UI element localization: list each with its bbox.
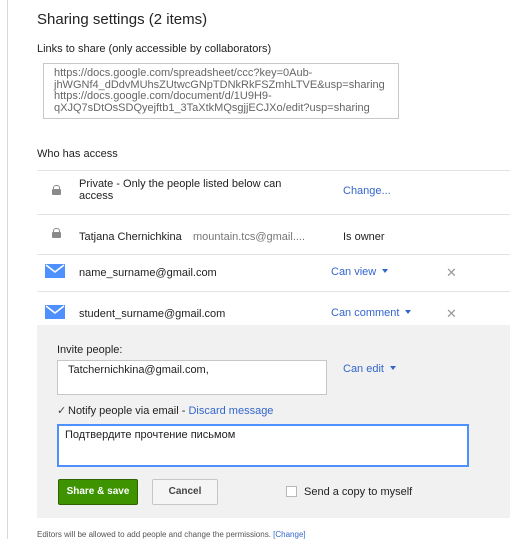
message-textarea[interactable]: Подтвердите прочтение письмом — [57, 424, 469, 467]
links-textarea[interactable]: https://docs.google.com/spreadsheet/ccc?… — [43, 63, 399, 119]
divider — [37, 291, 510, 292]
permission-dropdown[interactable]: Can view — [331, 266, 389, 278]
change-visibility-link[interactable]: Change... — [343, 185, 391, 197]
permission-label: Can comment — [331, 307, 400, 319]
share-save-button[interactable]: Share & save — [58, 479, 138, 505]
lock-icon — [52, 185, 61, 195]
send-copy-label: Send a copy to myself — [304, 486, 413, 498]
divider — [37, 170, 510, 171]
owner-role: Is owner — [343, 231, 385, 243]
close-icon[interactable]: ✕ — [446, 306, 457, 322]
owner-email: mountain.tcs@gmail.... — [193, 231, 306, 243]
notify-checkbox[interactable]: ✓ — [57, 404, 68, 417]
mail-icon — [45, 264, 65, 278]
discard-message-link[interactable]: Discard message — [188, 405, 273, 417]
close-icon[interactable]: ✕ — [446, 265, 457, 281]
who-has-access-label: Who has access — [37, 148, 118, 160]
cancel-button[interactable]: Cancel — [152, 479, 218, 505]
notify-row: ✓ Notify people via email - Discard messa… — [57, 404, 273, 417]
chevron-down-icon — [405, 310, 412, 314]
footer-note: Editors will be allowed to add people an… — [37, 530, 306, 539]
lock-icon — [52, 228, 61, 238]
dialog-title: Sharing settings (2 items) — [37, 11, 208, 28]
links-label: Links to share (only accessible by colla… — [37, 43, 272, 55]
person-email: name_surname@gmail.com — [79, 267, 217, 279]
notify-separator: - — [178, 405, 189, 417]
invite-input[interactable]: Tatchernichkina@gmail.com, — [57, 360, 327, 395]
divider — [37, 254, 510, 255]
private-description: Private - Only the people listed below c… — [79, 178, 282, 202]
footer-change-link[interactable]: [Change] — [273, 530, 305, 539]
notify-label: Notify people via email — [68, 405, 179, 417]
permission-label: Can view — [331, 266, 377, 278]
permission-dropdown[interactable]: Can comment — [331, 307, 412, 319]
person-email: student_surname@gmail.com — [79, 308, 226, 320]
divider — [37, 214, 510, 215]
chevron-down-icon — [389, 366, 396, 370]
invite-permission-dropdown[interactable]: Can edit — [343, 363, 396, 375]
invite-label: Invite people: — [57, 344, 123, 356]
chevron-down-icon — [382, 269, 389, 273]
left-border — [7, 0, 8, 539]
send-copy-checkbox[interactable] — [286, 486, 297, 497]
footer-text: Editors will be allowed to add people an… — [37, 530, 274, 539]
mail-icon — [45, 305, 65, 319]
owner-name: Tatjana Chernichkina — [79, 231, 182, 243]
invite-permission-label: Can edit — [343, 363, 384, 375]
